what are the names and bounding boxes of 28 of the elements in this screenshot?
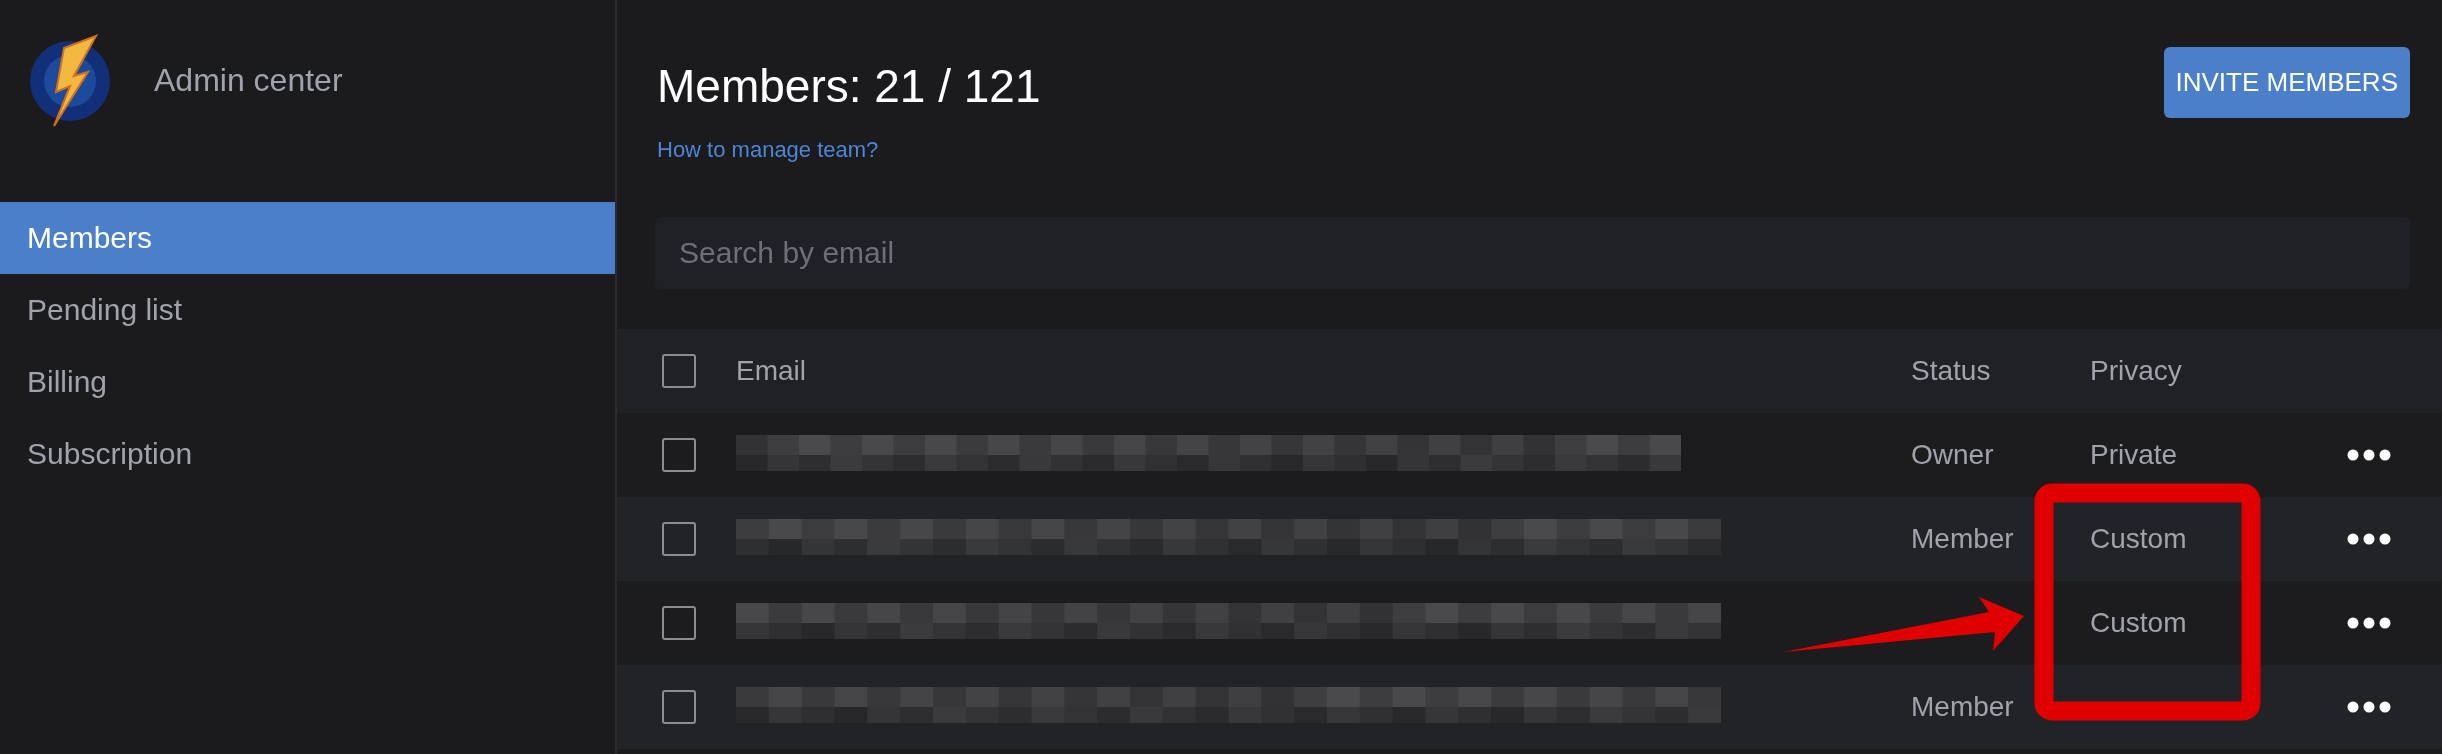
row-checkbox[interactable]: [662, 606, 696, 640]
help-link[interactable]: How to manage team?: [657, 137, 1041, 163]
row-checkbox[interactable]: [662, 522, 696, 556]
more-icon[interactable]: [2347, 701, 2391, 713]
status-cell: Member: [1911, 691, 2014, 722]
privacy-cell: Custom: [2090, 607, 2187, 638]
search-field[interactable]: Search by email: [655, 217, 2410, 289]
sidebar-item[interactable]: Pending list: [0, 274, 615, 346]
sidebar-item[interactable]: Subscription: [0, 418, 615, 490]
status-cell: Owner: [1911, 439, 1994, 470]
select-all-checkbox[interactable]: [662, 354, 696, 388]
more-icon[interactable]: [2347, 449, 2391, 461]
privacy-cell: Custom: [2090, 523, 2187, 554]
invite-button[interactable]: INVITE MEMBERS: [2163, 47, 2410, 118]
page-title: Members: 21 / 121: [657, 63, 1041, 109]
sidebar-item[interactable]: Members: [0, 202, 615, 274]
column-header: Email: [736, 355, 807, 387]
sidebar-item[interactable]: Billing: [0, 346, 615, 418]
app-name: Admin center: [154, 61, 343, 99]
status-cell: Member: [1911, 523, 2014, 554]
column-header: Privacy: [2090, 355, 2183, 387]
column-header: Status: [1911, 355, 1992, 387]
more-icon[interactable]: [2347, 617, 2391, 629]
more-icon[interactable]: [2347, 533, 2391, 545]
row-checkbox[interactable]: [662, 690, 696, 724]
lightning-logo-icon: [30, 32, 112, 128]
privacy-cell: Private: [2090, 439, 2178, 470]
row-checkbox[interactable]: [662, 438, 696, 472]
